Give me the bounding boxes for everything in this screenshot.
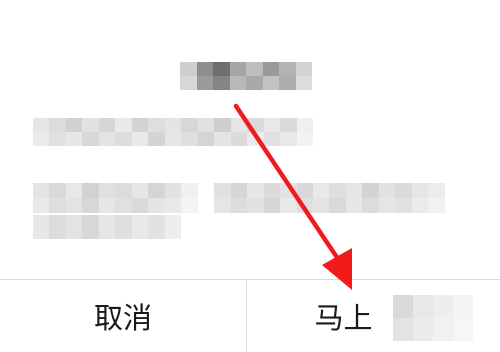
dialog: 取消 马上 xyxy=(0,0,500,352)
message-line-2-redacted xyxy=(33,183,445,213)
message-line-1-redacted xyxy=(33,118,313,146)
cancel-button[interactable]: 取消 xyxy=(0,280,246,352)
confirm-label-redacted xyxy=(393,295,473,341)
dialog-title-redacted xyxy=(180,62,312,90)
message-line-3-redacted xyxy=(33,215,181,239)
confirm-button-label: 马上 xyxy=(314,301,373,335)
cancel-button-label: 取消 xyxy=(93,301,152,335)
